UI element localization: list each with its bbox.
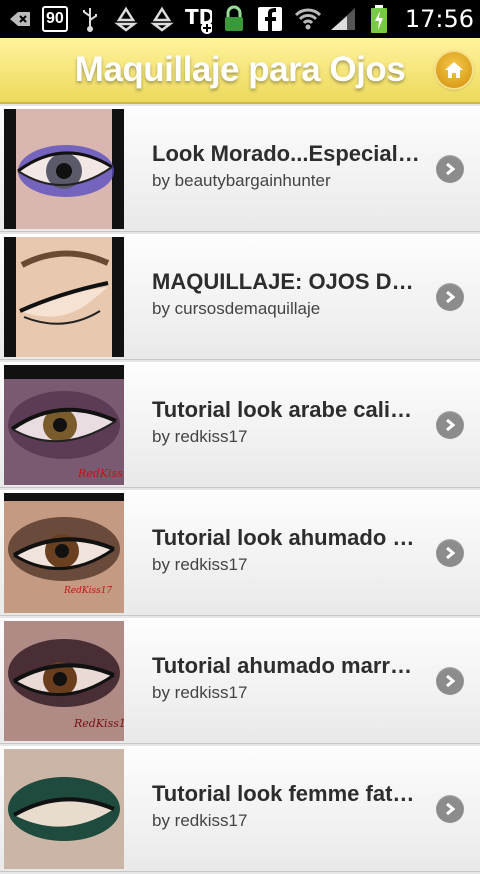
facebook-icon	[256, 5, 284, 33]
clock: 17:56	[404, 5, 474, 33]
lock-icon	[220, 5, 248, 33]
video-thumbnail: RedKiss17	[4, 365, 124, 485]
video-thumbnail	[4, 749, 124, 869]
list-item[interactable]: RedKiss17 Tutorial look ahumado marron b…	[0, 490, 480, 616]
recycle-icon	[112, 5, 140, 33]
item-author: by redkiss17	[152, 427, 248, 446]
thumbnail-watermark: RedKiss17	[73, 717, 124, 730]
video-thumbnail	[4, 237, 124, 357]
chevron-right-icon[interactable]	[436, 667, 464, 695]
video-thumbnail	[4, 109, 124, 229]
item-title: Tutorial look femme fatale	[152, 781, 420, 806]
signal-icon	[329, 5, 357, 33]
td-app-icon: TD	[184, 5, 212, 34]
status-bar: 90 TD 17:56	[0, 0, 480, 38]
chevron-right-icon[interactable]	[436, 539, 464, 567]
chevron-right-icon[interactable]	[436, 411, 464, 439]
video-list: Look Morado...Especial para... by beauty…	[0, 106, 480, 874]
item-author: by redkiss17	[152, 555, 248, 574]
usb-icon	[76, 5, 104, 33]
home-icon	[445, 62, 463, 78]
thumbnail-watermark: RedKiss17	[77, 467, 124, 480]
back-icon	[6, 5, 34, 33]
item-title: MAQUILLAJE: OJOS DE GATO	[152, 269, 420, 294]
item-title: Tutorial look arabe calipso	[152, 397, 420, 422]
battery-charging-icon	[365, 5, 393, 33]
app-header: Maquillaje para Ojos	[0, 38, 480, 104]
wifi-icon	[293, 5, 321, 33]
home-button[interactable]	[436, 52, 472, 88]
thumbnail-watermark: RedKiss17	[63, 586, 112, 596]
list-item[interactable]: RedKiss17 Tutorial look arabe calipso by…	[0, 362, 480, 488]
item-author: by cursosdemaquillaje	[152, 299, 321, 318]
chevron-right-icon[interactable]	[436, 283, 464, 311]
chevron-right-icon[interactable]	[436, 795, 464, 823]
list-item[interactable]: Tutorial look femme fatale by redkiss17	[0, 746, 480, 872]
item-author: by redkiss17	[152, 811, 248, 830]
recycle-icon	[148, 5, 176, 33]
list-item[interactable]: RedKiss17 Tutorial ahumado marron negro …	[0, 618, 480, 744]
item-title: Tutorial ahumado marron negro	[152, 653, 420, 678]
page-title: Maquillaje para Ojos	[74, 50, 406, 89]
notification-count-badge: 90	[42, 6, 68, 32]
item-title: Tutorial look ahumado marron	[152, 525, 420, 550]
list-item[interactable]: Look Morado...Especial para... by beauty…	[0, 106, 480, 232]
item-title: Look Morado...Especial para...	[152, 141, 420, 166]
item-author: by beautybargainhunter	[152, 171, 331, 190]
video-thumbnail: RedKiss17	[4, 493, 124, 613]
chevron-right-icon[interactable]	[436, 155, 464, 183]
video-thumbnail: RedKiss17	[4, 621, 124, 741]
item-author: by redkiss17	[152, 683, 248, 702]
list-item[interactable]: MAQUILLAJE: OJOS DE GATO by cursosdemaqu…	[0, 234, 480, 360]
